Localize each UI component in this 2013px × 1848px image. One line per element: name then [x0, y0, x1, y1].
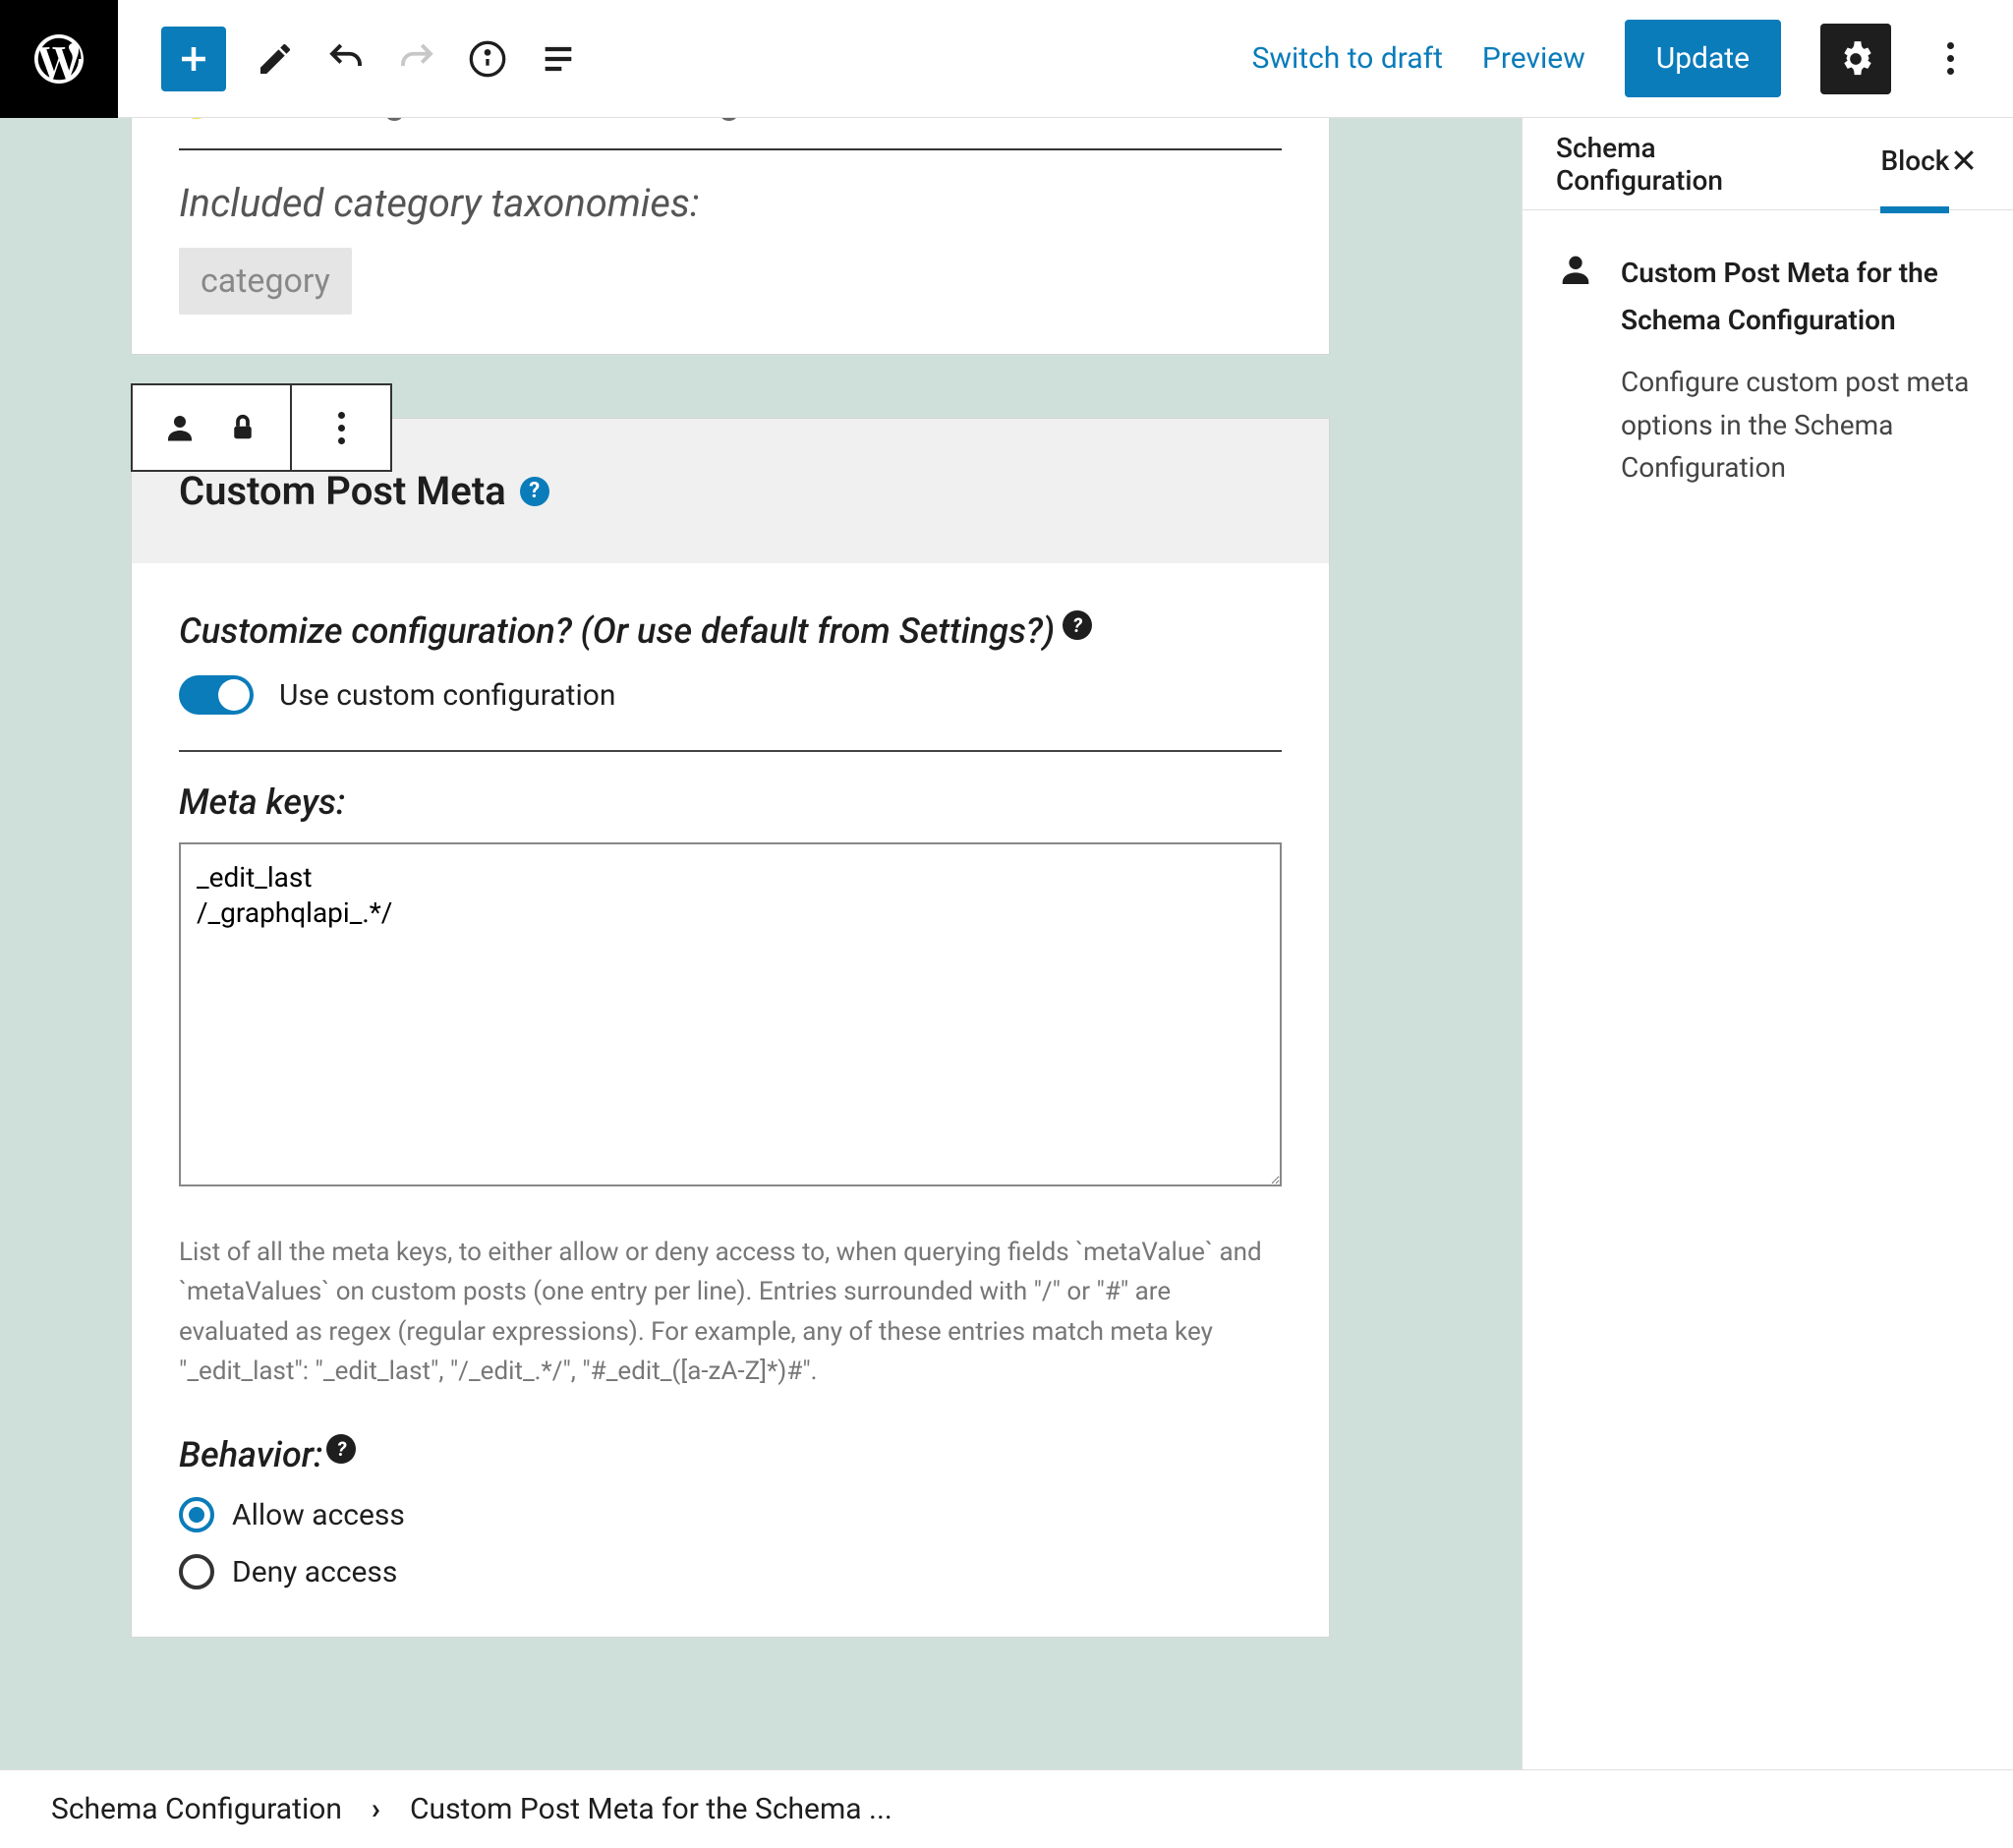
user-icon	[162, 410, 198, 445]
update-button[interactable]: Update	[1625, 20, 1781, 97]
block-title: Custom Post Meta	[179, 468, 506, 514]
block-type-button[interactable]	[162, 410, 198, 445]
block-floating-toolbar	[131, 383, 392, 472]
toolbar-right-group: Switch to draft Preview Update	[1252, 20, 2013, 97]
use-custom-config-toggle[interactable]	[179, 675, 254, 715]
tab-block[interactable]: Block	[1880, 144, 1949, 213]
info-button[interactable]	[466, 37, 509, 81]
redo-icon	[396, 38, 437, 80]
settings-sidebar: Schema Configuration Block Custom Post M…	[1522, 118, 2013, 1769]
sidebar-block-title: Custom Post Meta for the Schema Configur…	[1621, 250, 1980, 343]
undo-icon	[325, 38, 367, 80]
taxonomy-chip: category	[179, 248, 352, 315]
radio-unchecked-icon	[179, 1554, 214, 1589]
lock-icon	[228, 413, 258, 442]
edit-mode-button[interactable]	[254, 37, 297, 81]
breadcrumb-root[interactable]: Schema Configuration	[51, 1792, 342, 1826]
prev-block-partial: Use configuration from Settings Included…	[131, 118, 1330, 355]
sidebar-block-description: Configure custom post meta options in th…	[1621, 361, 1980, 489]
tab-schema-configuration[interactable]: Schema Configuration	[1556, 132, 1817, 226]
settings-button[interactable]	[1820, 24, 1891, 94]
undo-button[interactable]	[324, 37, 368, 81]
pencil-icon	[256, 39, 295, 79]
divider	[179, 750, 1282, 752]
redo-button[interactable]	[395, 37, 438, 81]
help-icon[interactable]: ?	[520, 477, 549, 506]
block-type-icon	[1556, 250, 1595, 289]
config-from-settings-label: Use configuration from Settings	[228, 118, 759, 123]
meta-keys-help-text: List of all the meta keys, to either all…	[179, 1233, 1282, 1391]
plus-icon	[176, 41, 211, 77]
radio-deny-access[interactable]: Deny access	[179, 1554, 1282, 1589]
custom-post-meta-block[interactable]: Custom Post Meta ? Customize configurati…	[131, 418, 1330, 1638]
outline-icon	[539, 39, 578, 79]
user-icon	[1556, 250, 1595, 289]
add-block-button[interactable]	[161, 27, 226, 91]
block-body: Customize configuration? (Or use default…	[132, 563, 1329, 1637]
toggle-row: Use custom configuration	[179, 675, 1282, 715]
wordpress-logo-button[interactable]	[0, 0, 118, 118]
breadcrumb: Schema Configuration › Custom Post Meta …	[0, 1769, 2013, 1848]
included-taxonomies-label: Included category taxonomies:	[179, 180, 1282, 226]
customize-config-label: Customize configuration? (Or use default…	[179, 610, 1282, 652]
wordpress-icon	[29, 29, 88, 88]
info-icon	[468, 39, 507, 79]
config-from-settings-row: Use configuration from Settings	[179, 118, 1282, 123]
list-view-button[interactable]	[537, 37, 580, 81]
sidebar-body: Custom Post Meta for the Schema Configur…	[1523, 210, 2013, 528]
gear-icon	[1836, 39, 1875, 79]
meta-keys-label: Meta keys:	[179, 781, 1282, 823]
divider	[179, 148, 1282, 150]
more-options-button[interactable]	[1930, 42, 1970, 75]
editor-workspace: Use configuration from Settings Included…	[0, 118, 2013, 1769]
toolbar-left-group	[118, 27, 580, 91]
tooltip-icon[interactable]: ?	[1063, 610, 1092, 640]
block-lock-button[interactable]	[225, 410, 260, 445]
preview-link[interactable]: Preview	[1482, 41, 1585, 76]
toggle-label: Use custom configuration	[279, 678, 615, 713]
behavior-label: Behavior: ?	[179, 1434, 1282, 1475]
chevron-right-icon: ›	[372, 1792, 380, 1826]
radio-checked-icon	[179, 1497, 214, 1532]
editor-canvas: Use configuration from Settings Included…	[0, 118, 1522, 1769]
meta-keys-textarea[interactable]	[179, 842, 1282, 1186]
sidebar-tabs: Schema Configuration Block	[1523, 118, 2013, 210]
breadcrumb-current[interactable]: Custom Post Meta for the Schema ...	[410, 1792, 892, 1826]
close-icon	[1949, 145, 1979, 175]
yellow-dot-icon	[179, 118, 214, 119]
block-more-button[interactable]	[321, 412, 361, 444]
radio-allow-access[interactable]: Allow access	[179, 1497, 1282, 1532]
switch-to-draft-link[interactable]: Switch to draft	[1252, 41, 1443, 76]
tooltip-icon[interactable]: ?	[326, 1434, 356, 1464]
close-sidebar-button[interactable]	[1949, 145, 1980, 182]
editor-top-toolbar: Switch to draft Preview Update	[0, 0, 2013, 118]
